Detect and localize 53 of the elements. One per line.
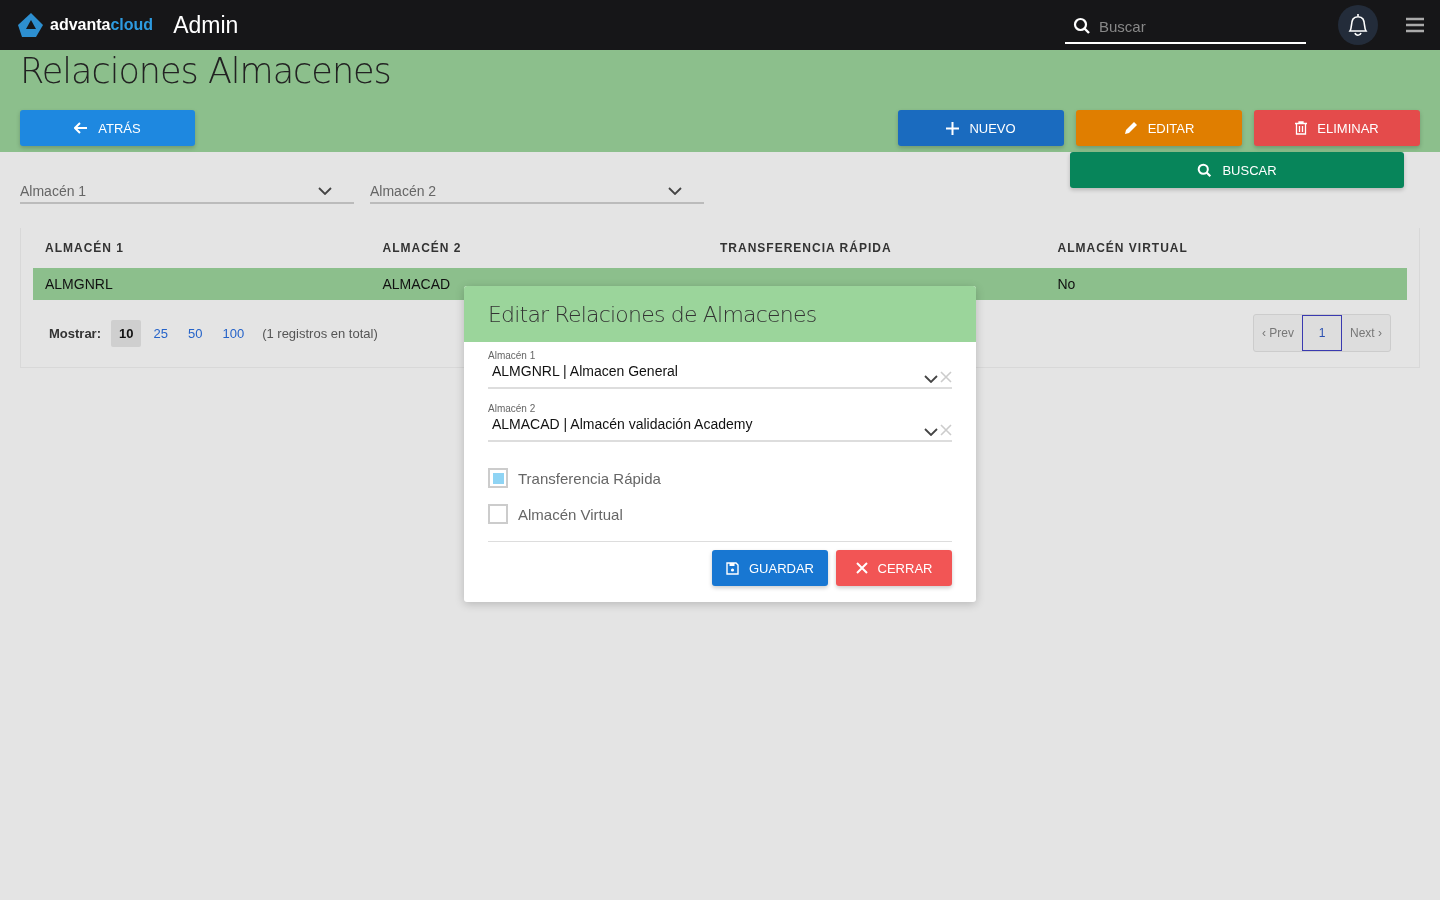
notifications-button[interactable] [1338, 5, 1378, 45]
dialog-title: Editar Relaciones de Almacenes [488, 301, 817, 327]
checkbox-label: Almacén Virtual [518, 505, 623, 523]
page-size-option[interactable]: 10 [111, 319, 142, 347]
clear-icon[interactable] [940, 424, 952, 436]
logo-wordmark: advantacloud [50, 16, 154, 34]
show-label: Mostrar: [49, 325, 101, 341]
search-button[interactable]: BUSCAR [1070, 152, 1404, 188]
chevron-down-icon [924, 428, 938, 436]
column-header: ALMACÉN VIRTUAL [1057, 241, 1189, 255]
checkbox[interactable] [488, 468, 508, 488]
next-page-button[interactable]: Next › [1342, 315, 1390, 351]
close-button[interactable]: CERRAR [836, 550, 952, 586]
back-button[interactable]: ATRÁS [20, 110, 195, 146]
page-size-option[interactable]: 25 [145, 319, 176, 347]
column-header: ALMACÉN 2 [382, 241, 463, 255]
column-header: TRANSFERENCIA RÁPIDA [720, 241, 893, 255]
page-size-option[interactable]: 100 [214, 319, 253, 347]
logo-icon [16, 11, 46, 39]
search-icon [1073, 17, 1091, 35]
checkbox-label: Transferencia Rápida [518, 469, 661, 487]
page-button[interactable]: 1 [1302, 315, 1342, 351]
bell-icon [1346, 12, 1370, 38]
page-size-option[interactable]: 50 [179, 319, 211, 347]
menu-icon[interactable] [1406, 17, 1424, 33]
checkbox[interactable] [488, 504, 508, 524]
column-header: ALMACÉN 1 [45, 241, 125, 255]
previous-page-button[interactable]: ‹ Prev [1253, 315, 1302, 351]
dropdown-field[interactable]: Almacén 2 [370, 180, 704, 204]
page-title: Relaciones Almacenes [20, 50, 392, 91]
close-icon [855, 562, 868, 574]
dropdown-field[interactable]: Almacén 2 ALMACAD | Almacén validación Academy [488, 403, 952, 442]
search-field[interactable]: Buscar [1097, 16, 1291, 36]
edit-button[interactable]: EDITAR [1076, 110, 1242, 146]
dropdown-field[interactable]: Almacén 1 [20, 180, 354, 204]
trash-icon [1295, 121, 1308, 135]
app-title: Admin [173, 11, 239, 39]
arrow-left-icon [74, 122, 89, 134]
chevron-down-icon [668, 187, 682, 195]
chevron-down-icon [924, 375, 938, 383]
record-count: (1 registros en total) [262, 325, 378, 341]
table-cell-text: ALMACAD [382, 276, 452, 292]
dropdown-field[interactable]: Almacén 1 ALMGNRL | Almacen General [488, 350, 952, 389]
new-button[interactable]: NUEVO [898, 110, 1064, 146]
table-cell-text: No [1057, 276, 1077, 292]
table-cell-text: ALMGNRL [45, 276, 114, 292]
delete-button[interactable]: ELIMINAR [1254, 110, 1420, 146]
pencil-icon [1123, 121, 1138, 135]
search-icon [1197, 162, 1213, 178]
save-button[interactable]: GUARDAR [712, 550, 828, 586]
chevron-down-icon [318, 187, 332, 195]
plus-icon [946, 121, 960, 135]
clear-icon[interactable] [940, 371, 952, 383]
